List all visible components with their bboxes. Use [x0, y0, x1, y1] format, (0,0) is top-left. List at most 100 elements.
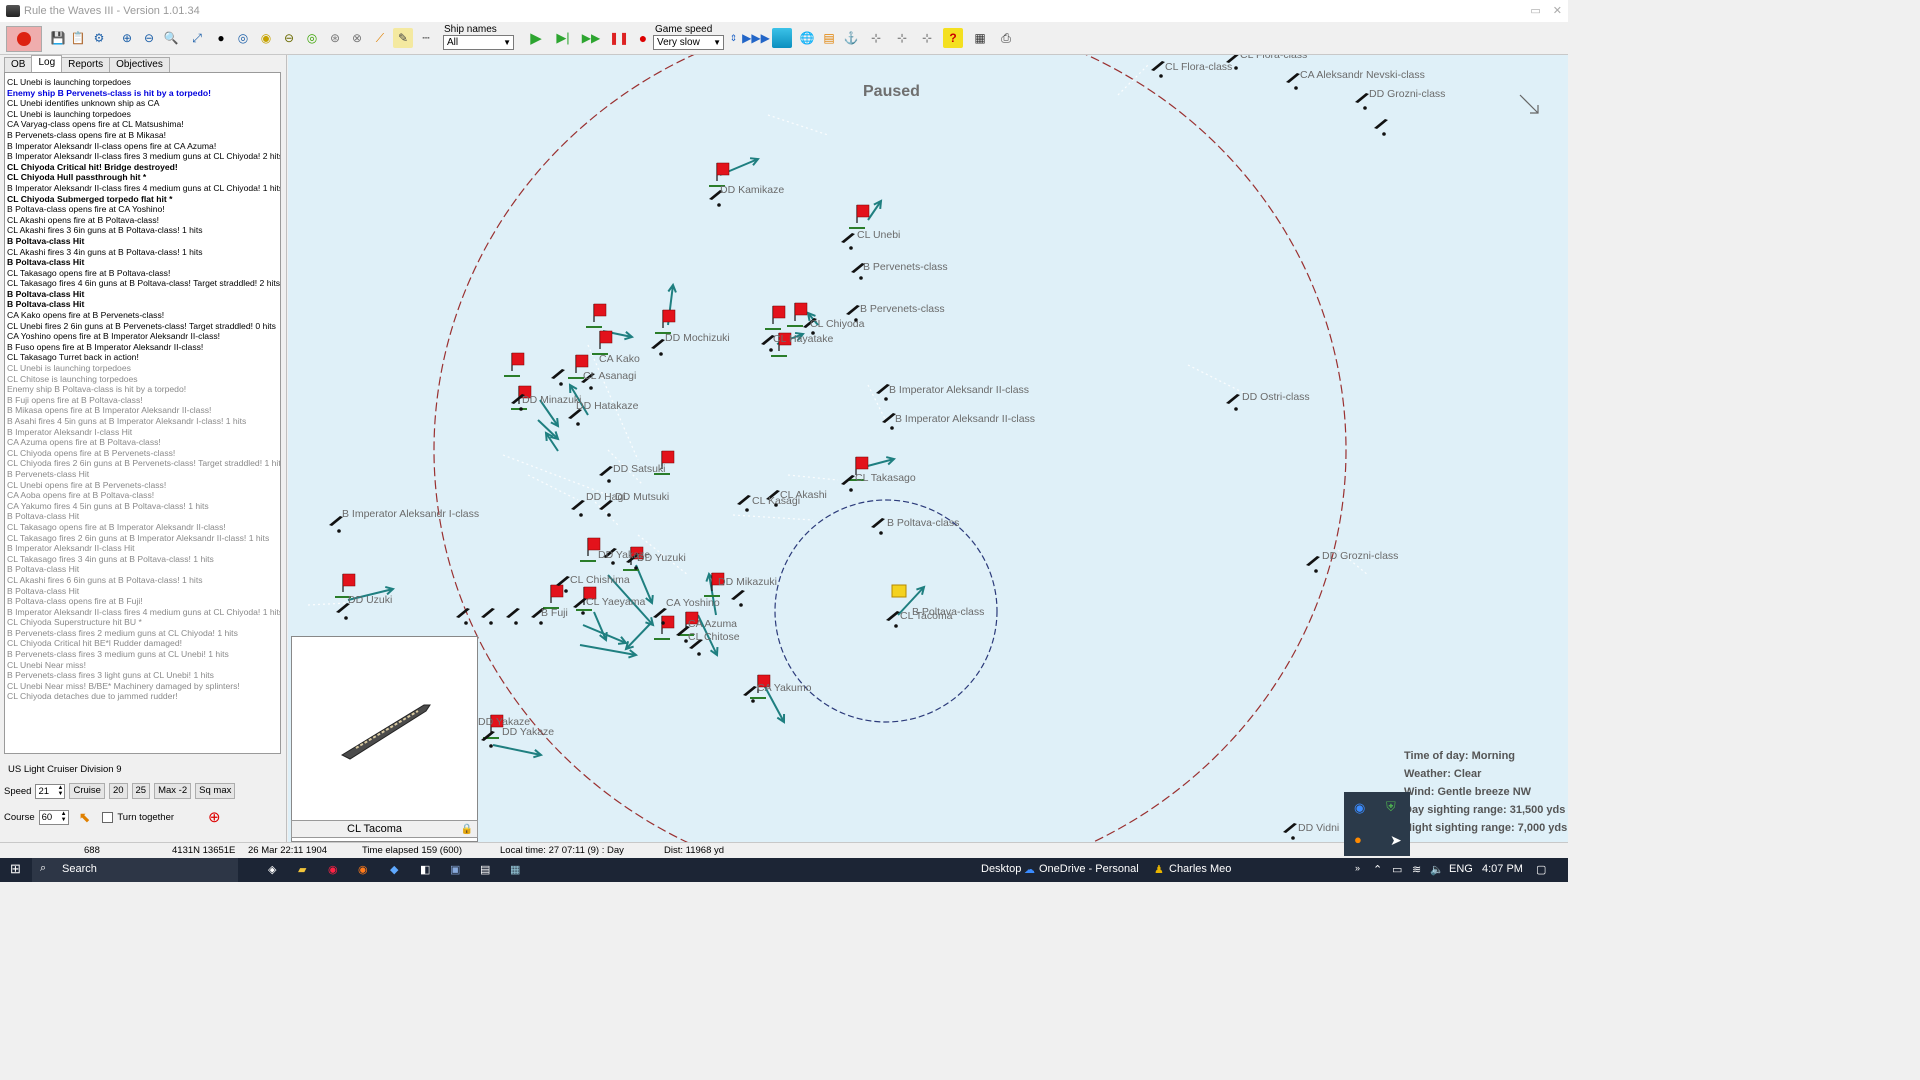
pause-icon[interactable]: ❚❚: [609, 28, 629, 48]
firefox-icon[interactable]: ◉: [358, 863, 368, 876]
chrome-icon[interactable]: ◉: [328, 863, 338, 876]
ship-label[interactable]: B Imperator Aleksandr II-class: [895, 413, 1035, 425]
ship-icon[interactable]: [1374, 119, 1388, 136]
ship-label[interactable]: CA Aleksandr Nevski-class: [1300, 69, 1425, 81]
tab-ob[interactable]: OB: [4, 57, 33, 72]
help-icon[interactable]: ?: [943, 28, 963, 48]
close-icon[interactable]: ✕: [1553, 4, 1562, 17]
ship-label[interactable]: CL Yaeyama: [586, 596, 645, 608]
ship-label[interactable]: CA Yakumo: [757, 682, 811, 694]
print-icon[interactable]: ⎙: [996, 28, 1016, 48]
ship-label[interactable]: CL Kasagi: [752, 495, 800, 507]
ship-label[interactable]: B Poltava-class: [887, 517, 959, 529]
ship-label[interactable]: DD Ostri-class: [1242, 391, 1310, 403]
map-view-icon[interactable]: [772, 28, 792, 48]
max-minus-2-button[interactable]: Max -2: [154, 783, 192, 799]
ship-label[interactable]: B Pervenets-class: [860, 303, 945, 315]
ship-label[interactable]: CL Tacoma: [900, 610, 953, 622]
tab-log[interactable]: Log: [31, 55, 63, 72]
volume-icon[interactable]: 🔈: [1430, 863, 1444, 876]
ship-icon[interactable]: [1286, 73, 1300, 90]
flag-icon[interactable]: [592, 330, 613, 355]
onedrive-label[interactable]: OneDrive - Personal: [1039, 863, 1139, 875]
battle-map[interactable]: Paused CL Flora-class CL Flora-class CA Al…: [288, 55, 1568, 842]
ship-label[interactable]: CL Flora-class: [1165, 61, 1232, 73]
flag-icon[interactable]: [849, 204, 870, 229]
ship-label[interactable]: CA Azuma: [688, 618, 737, 630]
speed-spinner[interactable]: 21 ▲ ▼: [35, 783, 66, 799]
magnifier-icon[interactable]: 🔍: [161, 28, 181, 48]
speed-20-button[interactable]: 20: [108, 783, 128, 799]
ship-label[interactable]: DD Mochizuki: [665, 332, 730, 344]
torpedo-range-icon[interactable]: ◉: [256, 28, 276, 48]
ship-label[interactable]: DD Mutsuki: [615, 491, 669, 503]
flag-icon[interactable]: [765, 305, 786, 330]
tray-up-icon[interactable]: ⌃: [1373, 863, 1382, 876]
zoom-in-icon[interactable]: ⊕: [117, 28, 137, 48]
pen-icon[interactable]: ✎: [393, 28, 413, 48]
ship-icon[interactable]: [841, 233, 855, 250]
flag-icon[interactable]: [654, 615, 675, 640]
japan-flag-icon[interactable]: [6, 26, 42, 52]
tab-reports[interactable]: Reports: [61, 57, 111, 72]
ship-label[interactable]: CL Asanagi: [583, 370, 636, 382]
ship-icon[interactable]: [1355, 93, 1369, 110]
language-label[interactable]: ENG: [1449, 863, 1473, 875]
fast-forward-icon[interactable]: ▶▶: [581, 28, 601, 48]
line-icon[interactable]: ⟋: [370, 28, 390, 48]
battery-icon[interactable]: ▭: [1392, 863, 1402, 876]
tab-objectives[interactable]: Objectives: [109, 57, 170, 72]
notifications-icon[interactable]: ▢: [1536, 863, 1546, 876]
flag-icon[interactable]: [580, 537, 601, 562]
rtw-taskbar-icon[interactable]: ▦: [510, 863, 520, 876]
step-icon[interactable]: ▶|: [553, 28, 573, 48]
notes-icon[interactable]: ▦: [970, 28, 990, 48]
ship-icon[interactable]: [841, 475, 855, 492]
spinner-arrows-icon[interactable]: ▲ ▼: [61, 811, 67, 823]
ship-label[interactable]: CL Unebi: [857, 229, 900, 241]
ship-icon[interactable]: [651, 339, 665, 356]
ship-label[interactable]: B Pervenets-class: [863, 261, 948, 273]
ship-icon[interactable]: [456, 608, 470, 625]
gun-range-icon[interactable]: ⊖: [279, 28, 299, 48]
ship-label[interactable]: CL Flora-class: [1240, 55, 1307, 61]
zoom-out-icon[interactable]: ⊖: [139, 28, 159, 48]
ship-icon[interactable]: [1151, 61, 1165, 78]
ship-label[interactable]: DD Grozni-class: [1322, 550, 1398, 562]
flag-icon[interactable]: [655, 309, 676, 334]
record-icon[interactable]: ●: [633, 28, 653, 48]
ship-icon[interactable]: [551, 369, 565, 386]
play-icon[interactable]: ▶: [526, 28, 546, 48]
compass-icon[interactable]: ⊗: [347, 28, 367, 48]
ship-icon[interactable]: [481, 608, 495, 625]
dropbox-icon[interactable]: ◆: [390, 863, 398, 876]
turn-together-checkbox[interactable]: [102, 811, 114, 823]
ship-label[interactable]: DD Vidni: [1298, 822, 1339, 834]
clock-label[interactable]: 4:07 PM: [1482, 863, 1523, 875]
cruise-button[interactable]: Cruise: [69, 783, 105, 799]
app-icon-3[interactable]: ▤: [480, 863, 490, 876]
minimize-icon[interactable]: ▭: [1530, 4, 1540, 17]
bomb-icon[interactable]: ●: [211, 28, 231, 48]
course-arrow-icon[interactable]: ⬉: [79, 809, 91, 826]
ship-label[interactable]: CL Takasago: [855, 472, 916, 484]
ship-icon[interactable]: [573, 598, 587, 615]
globe-icon[interactable]: 🌐: [797, 28, 817, 48]
windows-start-icon[interactable]: ⊞: [10, 861, 21, 877]
app-icon-2[interactable]: ▣: [450, 863, 460, 876]
user-label[interactable]: Charles Meo: [1169, 863, 1231, 875]
ship-label[interactable]: DD Minazuki: [522, 394, 582, 406]
ship-icon[interactable]: [1306, 556, 1320, 573]
wifi-icon[interactable]: ≋: [1412, 863, 1421, 876]
ship-icon[interactable]: [506, 608, 520, 625]
copilot-icon[interactable]: ◈: [268, 863, 276, 876]
ship-names-select[interactable]: All ▼: [443, 35, 514, 50]
ship-label[interactable]: DD Grozni-class: [1369, 88, 1445, 100]
ship-icon[interactable]: [1226, 394, 1240, 411]
flag-icon[interactable]: [787, 302, 808, 327]
ship-label[interactable]: CL Chishima: [570, 574, 630, 586]
ship-icon[interactable]: [599, 466, 613, 483]
ship-label[interactable]: CL Hayatake: [773, 333, 833, 345]
course-spinner[interactable]: 60 ▲ ▼: [38, 809, 69, 825]
sq-max-button[interactable]: Sq max: [195, 783, 236, 799]
